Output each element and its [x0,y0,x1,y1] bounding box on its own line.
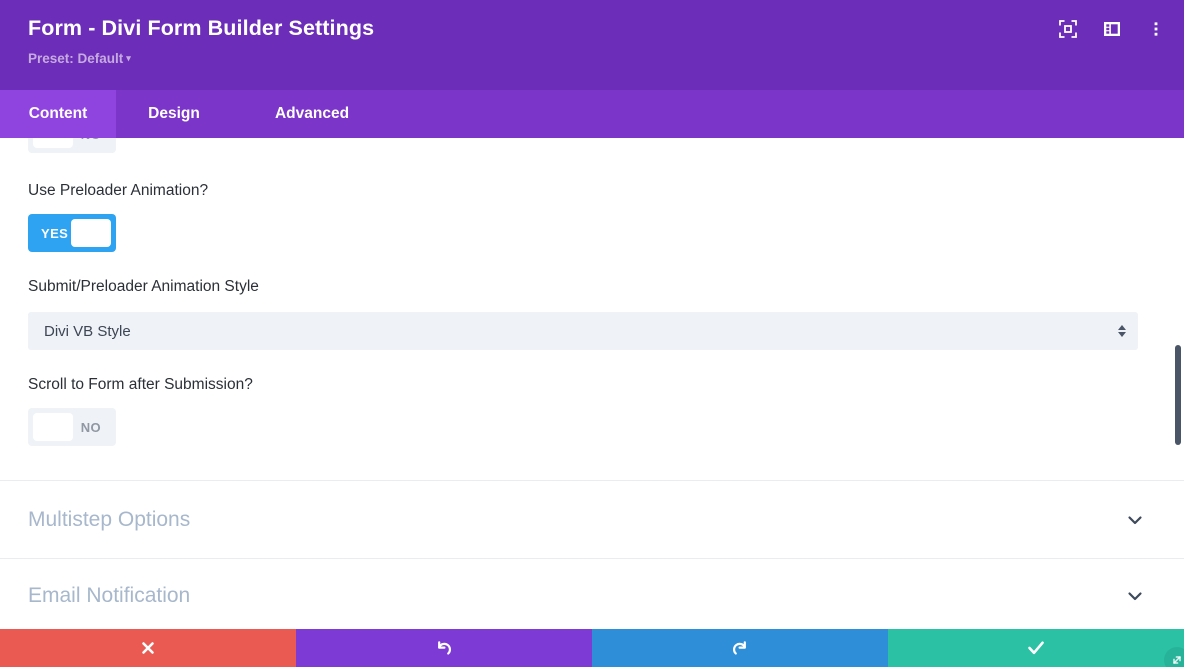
toggle-scroll-to-form[interactable]: NO [28,408,116,446]
checkmark-icon [1025,637,1047,659]
toggle-label: YES [41,225,69,241]
field-use-preloader-animation: Use Preloader Animation? YES [28,182,208,252]
undo-button[interactable] [296,629,592,667]
redo-button[interactable] [592,629,888,667]
tab-advanced[interactable]: Advanced [232,90,392,138]
toggle-label: NO [81,138,101,142]
field-animation-style: Submit/Preloader Animation Style Divi VB… [28,278,1138,350]
cancel-button[interactable] [0,629,296,667]
section-title-multistep-options: Multistep Options [28,508,191,531]
toggle-knob [33,413,73,441]
select-updown-arrows-icon [1118,325,1126,337]
section-email-notification[interactable]: Email Notification [0,558,1184,629]
field-label-use-preloader-animation: Use Preloader Animation? [28,182,209,199]
preset-selector[interactable]: Preset: Default ▾ [28,51,131,66]
section-divider [0,480,1184,481]
close-icon [138,638,158,658]
redo-icon [729,637,751,659]
toggle-label: NO [80,419,101,435]
toggle-knob [33,138,73,148]
settings-scroll-area: NO Use Preloader Animation? YES Submit/P… [0,138,1184,629]
action-bar [0,629,1184,667]
field-label-scroll-to-form: Scroll to Form after Submission? [28,376,253,393]
toggle-use-preloader-animation[interactable]: YES [28,214,116,252]
preset-label: Preset: Default [28,51,124,66]
chevron-down-icon [1126,511,1144,529]
divi-settings-modal: Form - Divi Form Builder Settings Preset… [0,0,1184,667]
tab-bar: Content Design Advanced [0,90,1184,138]
field-label-animation-style: Submit/Preloader Animation Style [28,278,259,295]
toggle-knob [71,219,111,247]
chevron-down-icon [1126,587,1144,605]
header-icon-group [1058,19,1166,39]
undo-icon [433,637,455,659]
scrollbar-thumb[interactable] [1175,345,1181,445]
resize-handle[interactable] [1164,647,1184,667]
chevron-down-icon: ▾ [126,53,131,63]
toggle-previous-field[interactable]: NO [28,138,116,153]
layout-panel-icon[interactable] [1102,19,1122,39]
save-button[interactable] [888,629,1184,667]
section-title-email-notification: Email Notification [28,584,191,607]
scrollbar-track[interactable] [1172,138,1184,629]
page-title: Form - Divi Form Builder Settings [28,16,375,40]
tab-content[interactable]: Content [0,90,116,138]
tab-design[interactable]: Design [116,90,232,138]
more-vertical-icon[interactable] [1146,19,1166,39]
select-animation-style[interactable]: Divi VB Style [28,312,1138,350]
modal-header: Form - Divi Form Builder Settings Preset… [0,0,1184,90]
field-scroll-to-form: Scroll to Form after Submission? NO [28,376,253,446]
focus-icon[interactable] [1058,19,1078,39]
section-multistep-options[interactable]: Multistep Options [0,482,1184,558]
select-animation-style-value: Divi VB Style [44,322,131,340]
